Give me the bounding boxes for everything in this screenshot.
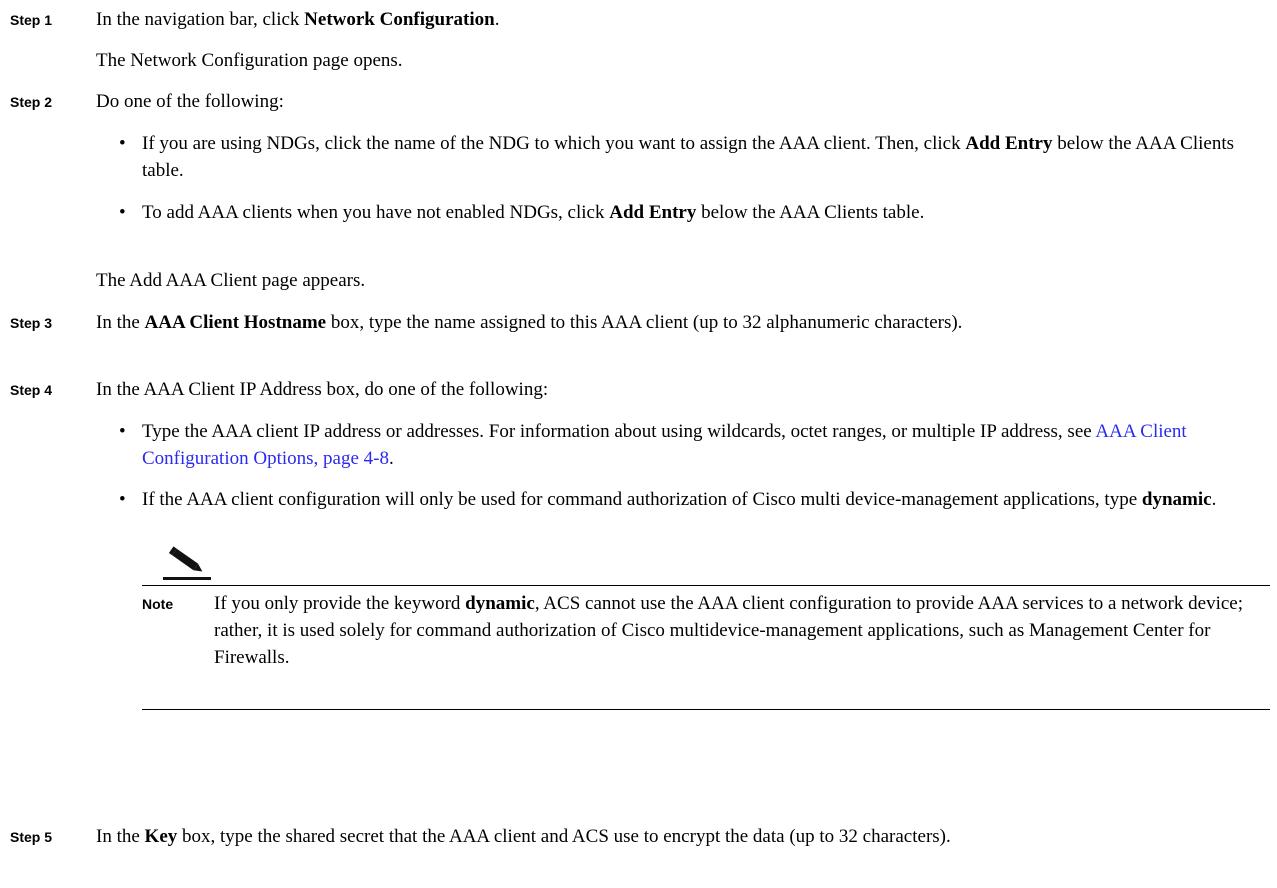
step-4-bullet-1: Type the AAA client IP address or addres… — [142, 421, 1187, 469]
bullet-marker: • — [119, 421, 126, 442]
note-label: Note — [142, 596, 174, 612]
document-page: Step 1 In the navigation bar, click Netw… — [0, 0, 1277, 888]
pencil-note-icon — [163, 546, 211, 580]
step-2-text: Do one of the following: — [96, 91, 284, 112]
note-divider-bottom — [142, 709, 1270, 710]
note-divider-top — [142, 585, 1270, 586]
note-text: If you only provide the keyword dynamic,… — [214, 593, 1243, 668]
step-2-bullet-1: If you are using NDGs, click the name of… — [142, 133, 1235, 181]
step-4-text: In the AAA Client IP Address box, do one… — [96, 379, 549, 400]
step-3-label: Step 3 — [10, 315, 53, 331]
bullet-marker: • — [119, 202, 126, 223]
step-5-text: In the Key box, type the shared secret t… — [96, 826, 951, 847]
step-4-label: Step 4 — [10, 382, 53, 398]
step-2-result: The Add AAA Client page appears. — [96, 270, 366, 291]
bullet-marker: • — [119, 489, 126, 510]
step-1-result: The Network Configuration page opens. — [96, 50, 403, 71]
step-1-text: In the navigation bar, click Network Con… — [96, 9, 500, 30]
bullet-marker: • — [119, 133, 126, 154]
step-5-label: Step 5 — [10, 829, 53, 845]
step-1-label: Step 1 — [10, 12, 53, 28]
step-4-bullet-2: If the AAA client configuration will onl… — [142, 489, 1217, 510]
step-2-bullet-2: To add AAA clients when you have not ena… — [142, 202, 925, 223]
step-3-text: In the AAA Client Hostname box, type the… — [96, 312, 963, 333]
step-2-label: Step 2 — [10, 94, 53, 110]
